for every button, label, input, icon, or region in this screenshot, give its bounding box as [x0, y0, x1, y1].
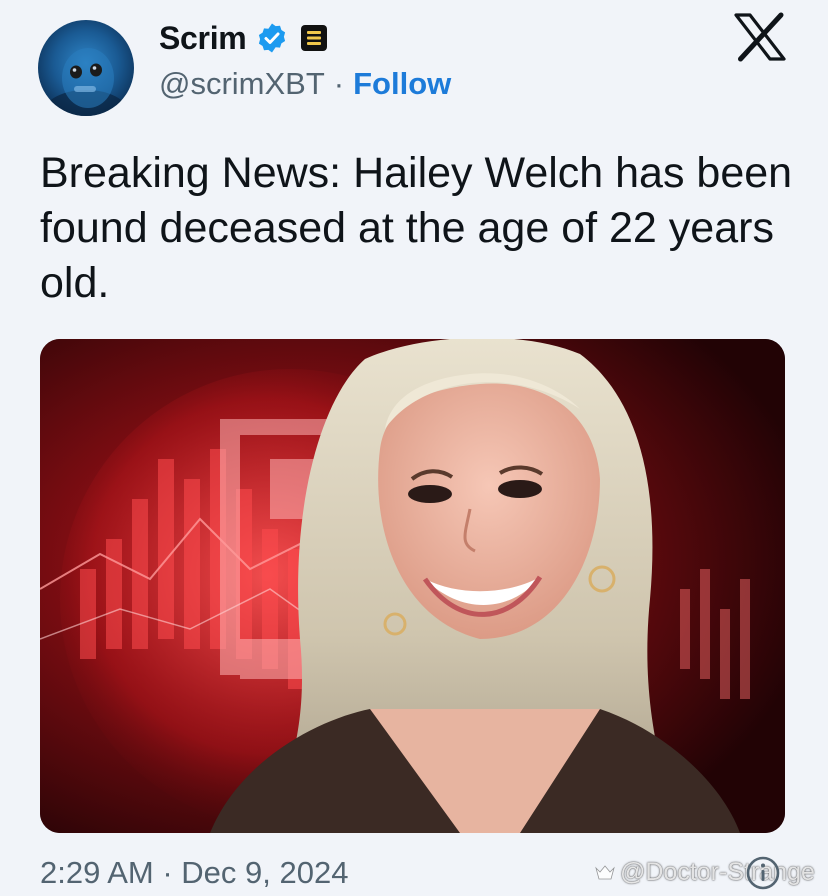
watermark: @Doctor-Strange	[594, 858, 815, 887]
tweet-text: Breaking News: Hailey Welch has been fou…	[40, 149, 793, 307]
follow-button[interactable]: Follow	[353, 66, 451, 102]
verified-badge-icon	[259, 23, 286, 53]
tweet-timestamp[interactable]: 2:29 AM · Dec 9, 2024	[40, 855, 348, 891]
author-display-name[interactable]: Scrim	[159, 20, 247, 57]
tweet-media-image[interactable]	[40, 339, 785, 833]
avatar-image	[44, 48, 128, 116]
author-avatar[interactable]	[38, 20, 134, 116]
author-name-row: Scrim	[159, 16, 328, 60]
separator-dot: ·	[333, 66, 345, 101]
info-icon[interactable]	[745, 855, 781, 891]
x-logo-icon[interactable]	[733, 12, 787, 62]
author-handle[interactable]: @scrimXBT	[159, 66, 325, 102]
news-photo-image	[40, 339, 785, 833]
watermark-logo-icon	[595, 864, 615, 879]
author-handle-row: @scrimXBT · Follow	[159, 66, 451, 102]
affiliate-badge-icon	[301, 25, 328, 51]
watermark-text: @Doctor-Strange	[620, 858, 815, 886]
